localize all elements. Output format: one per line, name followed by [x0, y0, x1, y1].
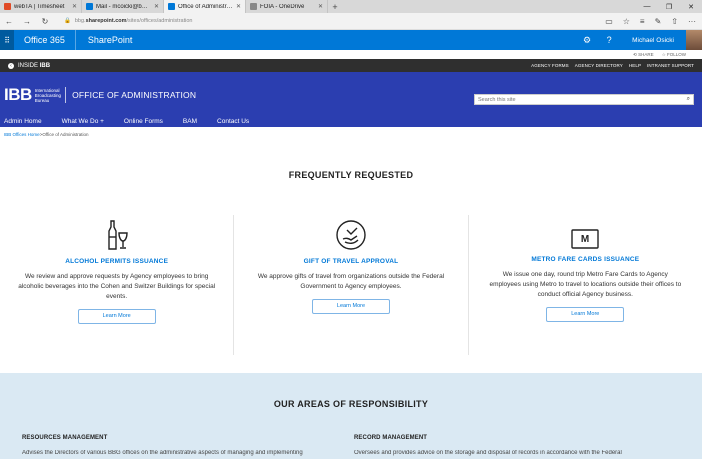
top-navigation: Admin Home What We Do + Online Forms BAM…	[0, 115, 259, 127]
areas-of-responsibility-section: OUR AREAS OF RESPONSIBILITY RESOURCES MA…	[0, 373, 702, 459]
breadcrumb-home-link[interactable]: IBB Offices Home	[4, 132, 40, 137]
nav-online-forms[interactable]: Online Forms	[114, 115, 173, 127]
card-description: We approve gifts of travel from organiza…	[257, 273, 445, 290]
learn-more-button[interactable]: Learn More	[311, 299, 390, 314]
chevron-left-icon[interactable]: ‹	[8, 62, 14, 69]
card-description: We review and approve requests by Agency…	[18, 273, 216, 300]
card-description: We issue one day, round trip Metro Fare …	[489, 271, 682, 298]
avatar[interactable]	[686, 30, 702, 50]
close-icon[interactable]: ✕	[318, 3, 323, 10]
refresh-icon[interactable]: ↻	[40, 17, 50, 26]
area-heading[interactable]: RESOURCES MANAGEMENT	[22, 435, 354, 441]
breadcrumb: IBB Offices Home > Office of Administrat…	[0, 127, 702, 142]
learn-more-button[interactable]: Learn More	[77, 309, 156, 324]
maximize-icon[interactable]: ❐	[658, 0, 680, 13]
area-text: Advises the Directors of various BBG off…	[22, 450, 303, 456]
breadcrumb-current: Office of Administration	[42, 132, 89, 137]
logo-subtitle: International Broadcasting Bureau	[34, 87, 62, 103]
card-metro-fare-cards: M METRO FARE CARDS ISSUANCE We issue one…	[467, 215, 702, 355]
card-title[interactable]: ALCOHOL PERMITS ISSUANCE	[18, 258, 215, 265]
nav-admin-home[interactable]: Admin Home	[0, 115, 52, 127]
gear-icon[interactable]: ⚙	[582, 35, 592, 46]
minimize-icon[interactable]: —	[636, 0, 658, 13]
inside-ibb-label[interactable]: INSIDE IBB	[18, 63, 50, 69]
browser-tab[interactable]: webTA | Timesheet ✕	[0, 0, 82, 13]
lock-icon: 🔒	[64, 18, 71, 24]
follow-button[interactable]: ☆ FOLLOW	[662, 52, 686, 58]
help-icon[interactable]: ?	[604, 35, 614, 45]
url-text: bbg.sharepoint.com/sites/offices/adminis…	[74, 18, 193, 24]
site-header: IBB International Broadcasting Bureau OF…	[0, 72, 702, 127]
share-icon[interactable]: ⇧	[671, 17, 678, 26]
app-launcher-icon[interactable]: ⠿	[0, 30, 14, 50]
tab-favicon-icon	[86, 3, 93, 10]
agency-directory-link[interactable]: AGENCY DIRECTORY	[575, 63, 623, 68]
area-resources-management: RESOURCES MANAGEMENT Advises the Directo…	[22, 435, 354, 456]
tab-label: FOIA - OneDrive	[260, 3, 305, 10]
web-note-icon[interactable]: ✎	[655, 17, 662, 26]
area-record-management: RECORD MANAGEMENT Oversees and provides …	[354, 435, 686, 456]
reading-view-icon[interactable]: ▭	[605, 17, 613, 26]
help-link[interactable]: HELP	[629, 63, 641, 68]
learn-more-button[interactable]: Learn More	[546, 307, 625, 322]
card-title[interactable]: GIFT OF TRAVEL APPROVAL	[252, 258, 449, 265]
nav-bam[interactable]: BAM	[173, 115, 207, 127]
card-alcohol-permits: ALCOHOL PERMITS ISSUANCE We review and a…	[0, 215, 233, 355]
close-icon[interactable]: ✕	[72, 3, 77, 10]
tab-label: webTA | Timesheet	[14, 3, 65, 10]
intranet-support-link[interactable]: INTRANET SUPPORT	[647, 63, 694, 68]
office365-link[interactable]: Office 365	[14, 30, 76, 50]
close-icon[interactable]: ✕	[154, 3, 159, 10]
user-name[interactable]: Michael Osicki	[632, 37, 674, 44]
favorite-star-icon[interactable]: ☆	[623, 17, 630, 26]
tab-favicon-icon	[4, 3, 11, 10]
areas-columns: RESOURCES MANAGEMENT Advises the Directo…	[22, 435, 688, 456]
share-button[interactable]: ⟲ SHARE	[633, 52, 654, 58]
more-icon[interactable]: ···	[688, 17, 696, 26]
address-bar: ← → ↻ 🔒 bbg.sharepoint.com/sites/offices…	[0, 13, 702, 30]
back-arrow-icon[interactable]: ←	[4, 17, 14, 26]
search-icon[interactable]: ⌕	[687, 96, 690, 103]
inside-ibb-bar: ‹ INSIDE IBB AGENCY FORMS AGENCY DIRECTO…	[0, 59, 702, 72]
area-text: Oversees and provides advice on the stor…	[354, 450, 622, 456]
site-title: OFFICE OF ADMINISTRATION	[72, 90, 197, 100]
svg-text:M: M	[581, 234, 589, 245]
area-heading[interactable]: RECORD MANAGEMENT	[354, 435, 686, 441]
close-window-icon[interactable]: ✕	[680, 0, 702, 13]
logo-divider	[65, 87, 67, 103]
section-title-areas: OUR AREAS OF RESPONSIBILITY	[273, 399, 429, 409]
hub-icon[interactable]: ≡	[640, 17, 645, 26]
frequently-requested-cards: ALCOHOL PERMITS ISSUANCE We review and a…	[0, 215, 702, 355]
card-gift-of-travel: GIFT OF TRAVEL APPROVAL We approve gifts…	[233, 215, 467, 355]
forward-arrow-icon[interactable]: →	[22, 17, 32, 26]
utility-links: AGENCY FORMS AGENCY DIRECTORY HELP INTRA…	[531, 63, 694, 68]
url-field[interactable]: 🔒 bbg.sharepoint.com/sites/offices/admin…	[64, 18, 597, 24]
tab-label: Mail - mcoicki@bbg.gov	[96, 3, 151, 10]
tab-favicon-icon	[250, 3, 257, 10]
browser-tab[interactable]: FOIA - OneDrive ✕	[246, 0, 328, 13]
metro-card-icon: M	[487, 227, 684, 249]
gift-hand-icon	[252, 220, 449, 251]
tab-label: Office of Administratio	[178, 3, 233, 10]
ibb-logo-text: IBB	[4, 85, 32, 104]
browser-tab[interactable]: Mail - mcoicki@bbg.gov ✕	[82, 0, 164, 13]
sharepoint-link[interactable]: SharePoint	[76, 35, 145, 45]
window-controls: — ❐ ✕	[636, 0, 702, 13]
card-title[interactable]: METRO FARE CARDS ISSUANCE	[487, 256, 684, 263]
share-follow-bar: ⟲ SHARE ☆ FOLLOW	[0, 50, 702, 59]
close-icon[interactable]: ✕	[236, 3, 241, 10]
browser-tab-active[interactable]: Office of Administratio ✕	[164, 0, 246, 13]
nav-what-we-do[interactable]: What We Do +	[52, 115, 114, 127]
browser-tab-strip: webTA | Timesheet ✕ Mail - mcoicki@bbg.g…	[0, 0, 702, 13]
search-input[interactable]: Search this site ⌕	[474, 94, 694, 105]
nav-contact-us[interactable]: Contact Us	[207, 115, 259, 127]
agency-forms-link[interactable]: AGENCY FORMS	[531, 63, 569, 68]
section-title-frequently-requested: FREQUENTLY REQUESTED	[288, 170, 414, 180]
wine-bottle-icon	[18, 215, 215, 251]
new-tab-button[interactable]: +	[328, 0, 342, 13]
site-logo[interactable]: IBB International Broadcasting Bureau OF…	[4, 85, 196, 105]
office365-suite-bar: ⠿ Office 365 SharePoint ⚙ ? Michael Osic…	[0, 30, 702, 50]
tab-favicon-icon	[168, 3, 175, 10]
